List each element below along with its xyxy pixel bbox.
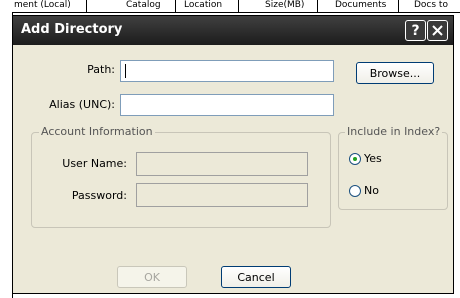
username-input[interactable] <box>136 152 308 176</box>
browse-label: Browse... <box>369 66 421 80</box>
column-divider <box>398 0 399 12</box>
dialog-title: Add Directory <box>21 22 123 37</box>
password-label: Password: <box>71 189 127 202</box>
cancel-button[interactable]: Cancel <box>221 266 291 288</box>
column-divider <box>238 0 239 12</box>
ok-label: OK <box>144 270 160 284</box>
close-button[interactable] <box>427 20 448 41</box>
include-in-index-group <box>338 132 448 210</box>
background-column-header: Catalog <box>126 0 161 10</box>
path-input[interactable] <box>120 60 334 82</box>
username-label: User Name: <box>62 157 127 170</box>
alias-input[interactable] <box>120 94 334 116</box>
background-column-header: Documents <box>335 0 387 10</box>
text-caret <box>125 64 126 78</box>
radio-selected-dot <box>353 157 357 161</box>
help-icon: ? <box>411 22 420 39</box>
account-information-group <box>31 132 331 228</box>
password-input[interactable] <box>136 183 308 207</box>
account-information-legend: Account Information <box>39 125 155 138</box>
ok-button[interactable]: OK <box>117 266 187 288</box>
no-label[interactable]: No <box>364 184 379 197</box>
background-column-header: ment (Local) <box>14 0 71 10</box>
browse-button[interactable]: Browse... <box>356 62 434 84</box>
background-column-header: Size(MB) <box>265 0 305 10</box>
add-directory-dialog: Add Directory ? Path: Browse... Alias (U… <box>12 15 454 294</box>
path-label: Path: <box>87 63 115 76</box>
alias-label: Alias (UNC): <box>49 98 115 111</box>
no-radio[interactable] <box>349 185 361 197</box>
cancel-label: Cancel <box>237 270 275 284</box>
background-column-header: Location <box>184 0 223 10</box>
column-divider <box>86 0 87 12</box>
yes-label[interactable]: Yes <box>364 152 382 165</box>
help-button[interactable]: ? <box>405 20 426 41</box>
column-divider <box>175 0 176 12</box>
include-in-index-legend: Include in Index? <box>345 125 443 138</box>
background-column-header: Docs to <box>414 0 448 10</box>
title-bar[interactable]: Add Directory ? <box>13 16 453 45</box>
yes-radio[interactable] <box>349 153 361 165</box>
column-divider <box>317 0 318 12</box>
background-list-header: ment (Local) Catalog Location Size(MB) D… <box>0 0 460 13</box>
close-icon <box>432 25 443 36</box>
